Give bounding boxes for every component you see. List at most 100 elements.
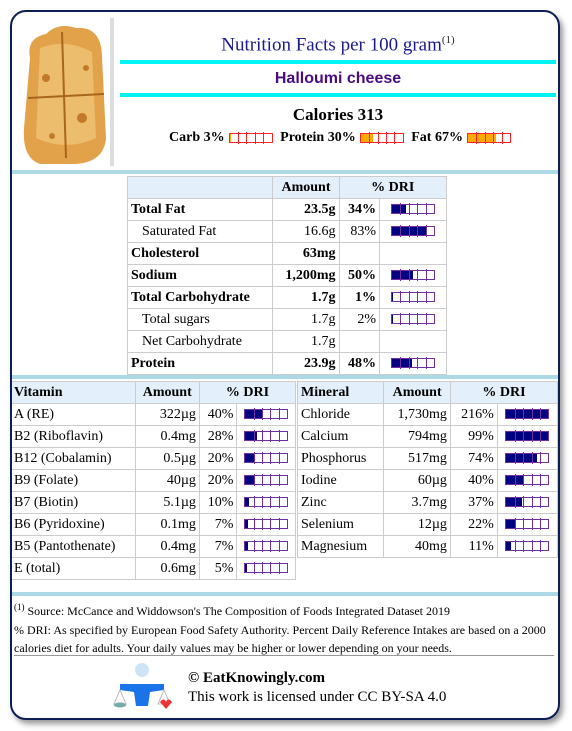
bar-tick bbox=[262, 452, 263, 465]
table-row: Saturated Fat 16.6g 83% bbox=[126, 220, 447, 243]
bar-tick bbox=[408, 313, 410, 326]
dri-percent: 20% bbox=[198, 447, 238, 470]
bar-tick bbox=[531, 474, 533, 487]
footnotes: (1) Source: McCance and Widdowson's The … bbox=[12, 598, 558, 658]
dri-progress-bar bbox=[244, 518, 289, 531]
bar-fill bbox=[506, 542, 511, 551]
bar-tick bbox=[417, 357, 419, 370]
bar-tick bbox=[408, 203, 410, 216]
bar-fill bbox=[392, 205, 407, 214]
nutrient-name: B2 (Riboflavin) bbox=[12, 425, 136, 448]
nutrient-name: B5 (Pantothenate) bbox=[12, 535, 136, 558]
bar-fill bbox=[506, 454, 538, 463]
mineral-table: Mineral Amount% DRI Chloride 1,730mg 216% Ca… bbox=[296, 381, 558, 558]
nutrient-name: B7 (Biotin) bbox=[12, 491, 136, 514]
license-text: This work is licensed under CC BY-SA 4.0 bbox=[188, 689, 447, 705]
bar-tick bbox=[262, 562, 263, 575]
bar-tick bbox=[425, 357, 427, 370]
bar-tick bbox=[246, 131, 248, 144]
dri-progress-bar bbox=[391, 313, 435, 326]
dri-progress-bar bbox=[244, 408, 289, 421]
table-row: Total Fat 23.5g 34% bbox=[126, 198, 447, 221]
bar-tick bbox=[400, 203, 402, 216]
bar-tick bbox=[425, 313, 427, 326]
food-photo bbox=[16, 18, 114, 166]
nutrient-name: B6 (Pyridoxine) bbox=[12, 513, 136, 536]
bar-fill bbox=[360, 133, 374, 142]
bar-tick bbox=[531, 518, 533, 531]
bar-tick bbox=[262, 430, 263, 443]
dri-bar-cell bbox=[236, 535, 296, 558]
dri-progress-bar bbox=[505, 408, 550, 421]
vitamin-header: Vitamin bbox=[12, 381, 136, 404]
table-row: B5 (Pantothenate) 0.4mg 7% bbox=[12, 535, 296, 558]
dri-bar-cell bbox=[496, 469, 558, 492]
nutrient-amount: 60µg bbox=[383, 469, 451, 492]
dri-progress-bar bbox=[391, 269, 435, 282]
dri-progress-bar bbox=[391, 203, 435, 216]
dri-bar-cell bbox=[236, 491, 296, 514]
food-name: Halloumi cheese bbox=[274, 70, 402, 87]
amount-header: Amount bbox=[383, 381, 451, 404]
nutrient-name: Chloride bbox=[296, 403, 385, 426]
macro-label: Fat 67% bbox=[411, 130, 463, 145]
bar-tick bbox=[253, 518, 255, 531]
bar-tick bbox=[369, 131, 371, 144]
nutrient-name: A (RE) bbox=[12, 403, 136, 426]
dri-bar-cell bbox=[496, 535, 558, 558]
bar-tick bbox=[514, 496, 516, 509]
bar-tick bbox=[425, 269, 427, 282]
bar-tick bbox=[270, 518, 272, 531]
bar-tick bbox=[531, 452, 533, 465]
dri-progress-bar bbox=[391, 357, 435, 370]
dri-bar-cell bbox=[496, 425, 558, 448]
bar-tick bbox=[270, 474, 272, 487]
dri-bar-cell bbox=[379, 220, 447, 243]
nutrient-amount: 322µg bbox=[134, 403, 200, 426]
dri-bar-cell bbox=[379, 242, 447, 265]
dri-progress-bar bbox=[391, 291, 435, 304]
nutrient-amount: 0.4mg bbox=[134, 535, 200, 558]
dri-percent: 2% bbox=[338, 308, 381, 331]
bar-tick bbox=[493, 131, 495, 144]
amount-header: Amount bbox=[134, 381, 200, 404]
nutrient-name: Calcium bbox=[296, 425, 385, 448]
bar-tick bbox=[253, 452, 255, 465]
nutrient-name: Cholesterol bbox=[126, 242, 274, 265]
nutrient-amount: 1.7g bbox=[272, 330, 340, 353]
dri-percent: 83% bbox=[338, 220, 381, 243]
bar-fill bbox=[392, 271, 413, 280]
bar-tick bbox=[539, 430, 541, 443]
bar-tick bbox=[278, 540, 280, 553]
bar-tick bbox=[408, 357, 410, 370]
bar-tick bbox=[253, 408, 255, 421]
bar-tick bbox=[385, 131, 387, 144]
nutrient-name: Sodium bbox=[126, 264, 274, 287]
amount-header: Amount bbox=[272, 176, 340, 199]
nutrient-amount: 0.1mg bbox=[134, 513, 200, 536]
bar-tick bbox=[539, 540, 541, 553]
dri-percent: 50% bbox=[338, 264, 381, 287]
title-text: Nutrition Facts per 100 gram bbox=[221, 34, 442, 56]
nutrient-name: Selenium bbox=[296, 513, 385, 536]
bar-tick bbox=[278, 452, 280, 465]
dri-percent bbox=[338, 242, 381, 265]
bar-fill bbox=[506, 432, 548, 441]
bar-tick bbox=[523, 430, 525, 443]
bar-tick bbox=[408, 225, 410, 238]
bar-tick bbox=[523, 496, 525, 509]
dri-progress-bar bbox=[359, 131, 404, 144]
bar-tick bbox=[400, 357, 402, 370]
dri-percent: 34% bbox=[338, 198, 381, 221]
dri-note: % DRI: As specified by European Food Saf… bbox=[14, 622, 546, 656]
bar-tick bbox=[400, 225, 402, 238]
nutrient-name: E (total) bbox=[12, 557, 136, 580]
table-row: E (total) 0.6mg 5% bbox=[12, 557, 296, 580]
bar-tick bbox=[278, 562, 280, 575]
site-link[interactable]: © EatKnowingly.com bbox=[188, 669, 446, 688]
bar-tick bbox=[270, 496, 272, 509]
dri-percent: 28% bbox=[198, 425, 238, 448]
bar-tick bbox=[262, 474, 263, 487]
bar-tick bbox=[514, 540, 516, 553]
nutrient-name: Saturated Fat bbox=[126, 220, 274, 243]
